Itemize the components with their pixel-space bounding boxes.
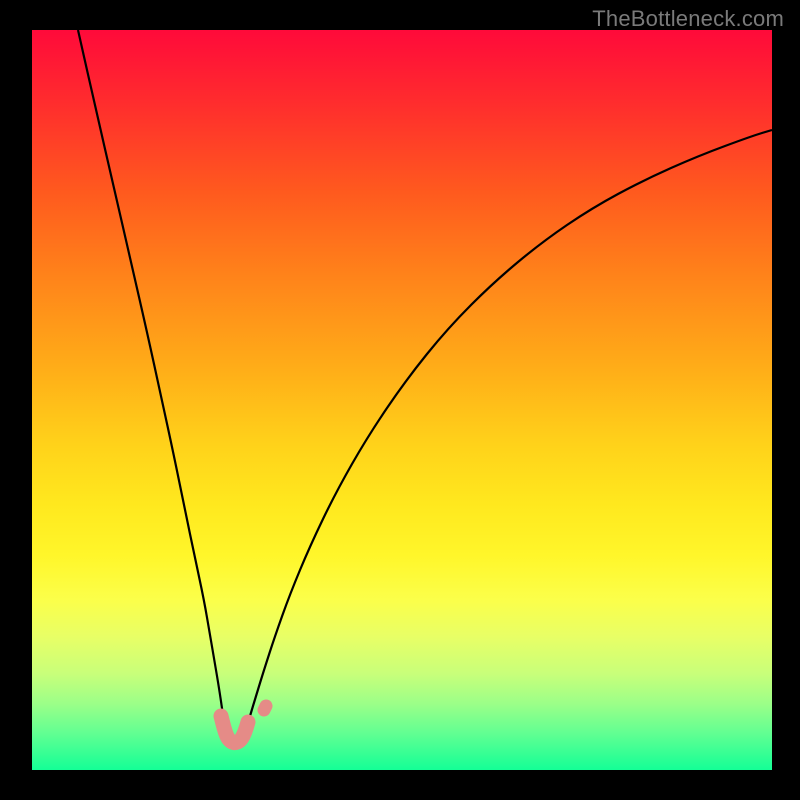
series-valley-highlight: [221, 716, 248, 743]
chart-frame: TheBottleneck.com: [0, 0, 800, 800]
series-dot-highlight: [264, 706, 266, 710]
series-left-branch: [78, 30, 226, 739]
plot-area: [32, 30, 772, 770]
series-right-branch: [243, 130, 772, 740]
curve-layer: [32, 30, 772, 770]
watermark: TheBottleneck.com: [592, 6, 784, 32]
